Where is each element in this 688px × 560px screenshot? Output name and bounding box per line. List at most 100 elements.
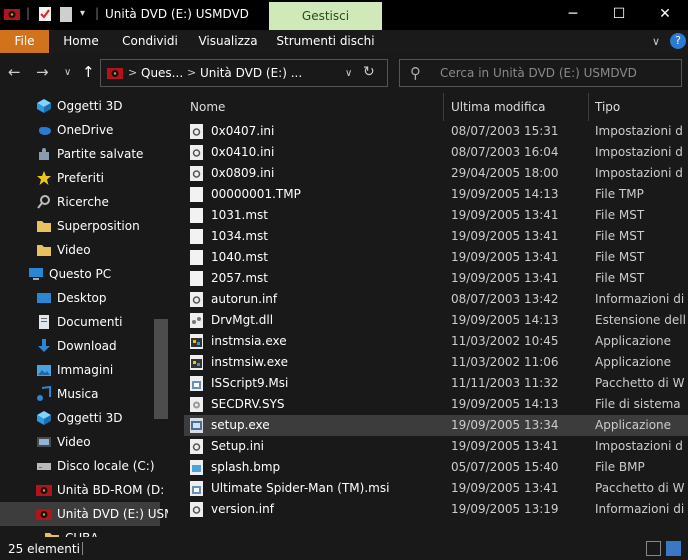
table-row[interactable]: setup.exe 19/09/2005 13:34 Applicazione [184,415,688,436]
file-name: autorun.inf [211,292,278,306]
maximize-button[interactable]: ☐ [596,0,642,30]
address-bar[interactable]: > Ques... > Unità DVD (E:) ... ∨ ↻ [100,59,388,87]
sidebar-item-ricerche[interactable]: Ricerche [0,190,160,214]
navigation-pane: Oggetti 3D OneDrive Partite salvate Preferi… [0,93,168,537]
sys-file-icon [190,397,203,412]
table-row[interactable]: instmsia.exe 11/03/2002 10:45 Applicazione [184,331,688,352]
quick-access-dropdown-icon[interactable]: ▾ [80,8,85,24]
msi-package-icon [190,481,203,496]
column-divider[interactable] [443,93,444,121]
file-modified: 11/03/2002 11:06 [451,355,559,369]
file-modified: 05/07/2005 15:40 [451,460,559,474]
column-header-type[interactable]: Tipo [595,93,688,121]
window-title: Unità DVD (E:) USMDVD [105,7,249,21]
file-name: splash.bmp [211,460,281,474]
file-type: Informazioni di [595,502,685,516]
cloud-icon [36,122,52,138]
sidebar-item-download[interactable]: Download [0,334,160,358]
tab-home[interactable]: Home [52,30,110,53]
table-row[interactable]: 0x0809.ini 29/04/2005 18:00 Impostazioni d [184,163,688,184]
sidebar-item-onedrive[interactable]: OneDrive [0,118,160,142]
sidebar-item-unit-dvd-e-usm[interactable]: Unità DVD (E:) USM [0,502,168,526]
minimize-button[interactable]: ─ [550,0,596,30]
sidebar-item-unit-bd-rom-d[interactable]: Unità BD-ROM (D: [0,478,164,502]
address-dropdown-icon[interactable]: ∨ [345,68,352,79]
breadcrumb-questo-pc[interactable]: Ques... [141,66,183,80]
sidebar-item-desktop[interactable]: Desktop [0,286,160,310]
dvd-drive-icon[interactable] [4,6,20,22]
table-row[interactable]: DrvMgt.dll 19/09/2005 14:13 Estensione del… [184,310,688,331]
column-divider[interactable] [588,93,589,121]
file-modified: 19/09/2005 14:13 [451,397,559,411]
file-type: File MST [595,229,645,243]
sidebar-item-oggetti-3d[interactable]: Oggetti 3D [0,94,160,118]
tab-condividi[interactable]: Condividi [112,30,188,53]
video-icon [36,434,52,450]
table-row[interactable]: 0x0407.ini 08/07/2003 15:31 Impostazioni d [184,121,688,142]
recent-locations-icon[interactable]: ∨ [64,67,71,78]
large-icons-view-icon[interactable] [666,541,681,556]
up-button[interactable]: ↑ [82,63,95,81]
table-row[interactable]: Setup.ini 19/09/2005 13:41 Impostazioni d [184,436,688,457]
sidebar-item-disco-locale-c[interactable]: Disco locale (C:) [0,454,160,478]
ribbon-collapse-icon[interactable]: ∨ [648,30,664,53]
table-row[interactable]: 1040.mst 19/09/2005 13:41 File MST [184,247,688,268]
table-row[interactable]: instmsiw.exe 11/03/2002 11:06 Applicazione [184,352,688,373]
sidebar-item-immagini[interactable]: Immagini [0,358,160,382]
table-row[interactable]: 1031.mst 19/09/2005 13:41 File MST [184,205,688,226]
refresh-icon[interactable]: ↻ [363,64,375,80]
sidebar-item-label: Video [57,435,91,449]
table-row[interactable]: 2057.mst 19/09/2005 13:41 File MST [184,268,688,289]
breadcrumb-dvd-drive[interactable]: Unità DVD (E:) ... [200,66,302,80]
properties-icon[interactable] [38,6,52,22]
sidebar-item-label: Questo PC [49,267,112,281]
file-modified: 08/07/2003 16:04 [451,145,559,159]
sidebar-item-musica[interactable]: Musica [0,382,160,406]
sidebar-item-video[interactable]: Video [0,238,160,262]
forward-button[interactable]: → [36,63,49,81]
tab-file[interactable]: File [0,30,49,53]
sidebar-item-preferiti[interactable]: Preferiti [0,166,160,190]
table-row[interactable]: SECDRV.SYS 19/09/2005 14:13 File di sistem… [184,394,688,415]
puzzle-icon [36,146,52,162]
column-header-modified[interactable]: Ultima modifica [451,93,587,121]
sidebar-item-video[interactable]: Video [0,430,160,454]
tab-visualizza[interactable]: Visualizza [190,30,266,53]
search-icon: ⚲ [410,64,421,82]
file-type: Impostazioni d [595,166,683,180]
context-tab-gestisci[interactable]: Gestisci [269,2,382,30]
file-type: Pacchetto di W [595,376,685,390]
table-row[interactable]: version.inf 19/09/2005 13:19 Informazioni … [184,499,688,520]
sidebar-item-superposition[interactable]: Superposition [0,214,160,238]
sidebar-item-label: Ricerche [57,195,109,209]
table-row[interactable]: splash.bmp 05/07/2005 15:40 File BMP [184,457,688,478]
search-input[interactable]: ⚲ Cerca in Unità DVD (E:) USMDVD [399,59,682,87]
file-name: 0x0809.ini [211,166,275,180]
table-row[interactable]: 1034.mst 19/09/2005 13:41 File MST [184,226,688,247]
file-icon [190,208,203,223]
sidebar-item-label: Oggetti 3D [57,99,123,113]
table-row[interactable]: 00000001.TMP 19/09/2005 14:13 File TMP [184,184,688,205]
search-placeholder: Cerca in Unità DVD (E:) USMDVD [440,66,637,80]
installer-exe-icon [190,355,203,370]
help-icon[interactable]: ? [670,33,686,49]
sidebar-item-documenti[interactable]: Documenti [0,310,160,334]
table-row[interactable]: autorun.inf 08/07/2003 13:42 Informazioni … [184,289,688,310]
sidebar-item-partite-salvate[interactable]: Partite salvate [0,142,160,166]
close-button[interactable]: ✕ [642,0,688,30]
tab-strumenti-dischi[interactable]: Strumenti dischi [269,30,382,53]
details-view-icon[interactable] [646,541,661,556]
nav-scrollbar-thumb[interactable] [154,319,168,419]
sidebar-item-label: Preferiti [57,171,104,185]
table-row[interactable]: Ultimate Spider-Man (TM).msi 19/09/2005 1… [184,478,688,499]
sidebar-item-cuba[interactable]: CUBA [0,526,160,537]
cube-3d-icon [36,98,52,114]
back-button[interactable]: ← [8,63,21,81]
table-row[interactable]: 0x0410.ini 08/07/2003 16:04 Impostazioni d [184,142,688,163]
sidebar-item-questo-pc[interactable]: Questo PC [0,262,160,286]
sidebar-item-oggetti-3d[interactable]: Oggetti 3D [0,406,160,430]
ini-file-icon [190,145,203,160]
column-header-name[interactable]: Nome [190,93,440,121]
new-folder-icon[interactable] [60,6,72,22]
table-row[interactable]: ISScript9.Msi 11/11/2003 11:32 Pacchetto d… [184,373,688,394]
